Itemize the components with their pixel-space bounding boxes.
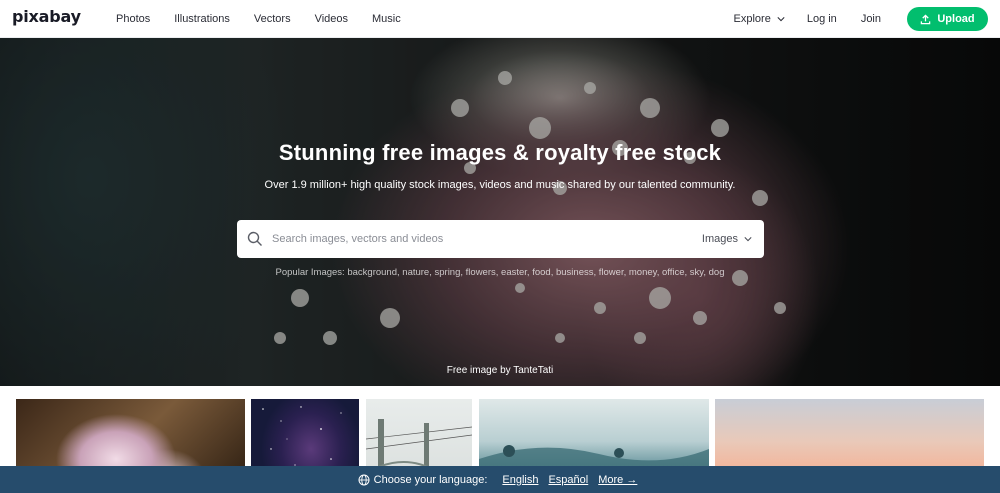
upload-icon (921, 13, 931, 24)
popular-tag-flowers[interactable]: flowers (466, 267, 496, 278)
nav-music[interactable]: Music (360, 13, 413, 25)
popular-tag-easter[interactable]: easter (501, 267, 527, 278)
popular-tag-sky[interactable]: sky (690, 267, 704, 278)
upload-button[interactable]: Upload (907, 7, 988, 31)
popular-tags: Popular Images: background, nature, spri… (275, 267, 725, 278)
search-icon[interactable] (247, 231, 263, 247)
popular-tag-nature[interactable]: nature (402, 267, 429, 278)
image-credit[interactable]: Free image by TanteTati (0, 365, 1000, 376)
login-link[interactable]: Log in (795, 13, 849, 25)
language-bar: Choose your language: English Español Mo… (0, 466, 1000, 493)
explore-label: Explore (733, 13, 771, 25)
popular-tag-spring[interactable]: spring (435, 267, 461, 278)
join-link[interactable]: Join (849, 13, 893, 25)
nav-photos[interactable]: Photos (104, 13, 162, 25)
hero-overlay (0, 38, 1000, 386)
nav-vectors[interactable]: Vectors (242, 13, 303, 25)
pixabay-logo[interactable]: pixabay (12, 7, 81, 26)
hero-title: Stunning free images & royalty free stoc… (278, 140, 722, 165)
hero-section: Stunning free images & royalty free stoc… (0, 38, 1000, 386)
search-input[interactable] (270, 229, 690, 249)
search-type-label: Images (701, 233, 738, 245)
hero-subtitle: Over 1.9 million+ high quality stock ima… (264, 179, 736, 191)
popular-label: Popular Images: (275, 267, 345, 278)
popular-tag-business[interactable]: business (556, 267, 594, 278)
language-espanol[interactable]: Español (548, 474, 588, 486)
popular-tag-background[interactable]: background (347, 267, 397, 278)
globe-icon (358, 474, 370, 485)
explore-dropdown[interactable]: Explore (724, 13, 795, 25)
search-type-dropdown[interactable]: Images (702, 220, 752, 258)
search-bar: Images (237, 220, 764, 258)
nav-videos[interactable]: Videos (303, 13, 360, 25)
top-navigation-bar: pixabay Photos Illustrations Vectors Vid… (0, 0, 1000, 38)
upload-label: Upload (937, 13, 975, 25)
popular-tag-food[interactable]: food (532, 267, 551, 278)
popular-tag-flower[interactable]: flower (599, 267, 624, 278)
chevron-down-icon (777, 17, 785, 22)
language-prompt: Choose your language: (373, 473, 488, 486)
chevron-down-icon (744, 237, 752, 242)
language-more-link[interactable]: More → (598, 474, 637, 486)
account-nav: Explore Log in Join Upload (724, 0, 988, 38)
popular-tag-dog[interactable]: dog (709, 267, 725, 278)
primary-nav: Photos Illustrations Vectors Videos Musi… (104, 0, 413, 38)
nav-illustrations[interactable]: Illustrations (162, 13, 242, 25)
popular-tag-money[interactable]: money (629, 267, 657, 278)
language-english[interactable]: English (502, 474, 538, 486)
popular-tag-office[interactable]: office (662, 267, 685, 278)
